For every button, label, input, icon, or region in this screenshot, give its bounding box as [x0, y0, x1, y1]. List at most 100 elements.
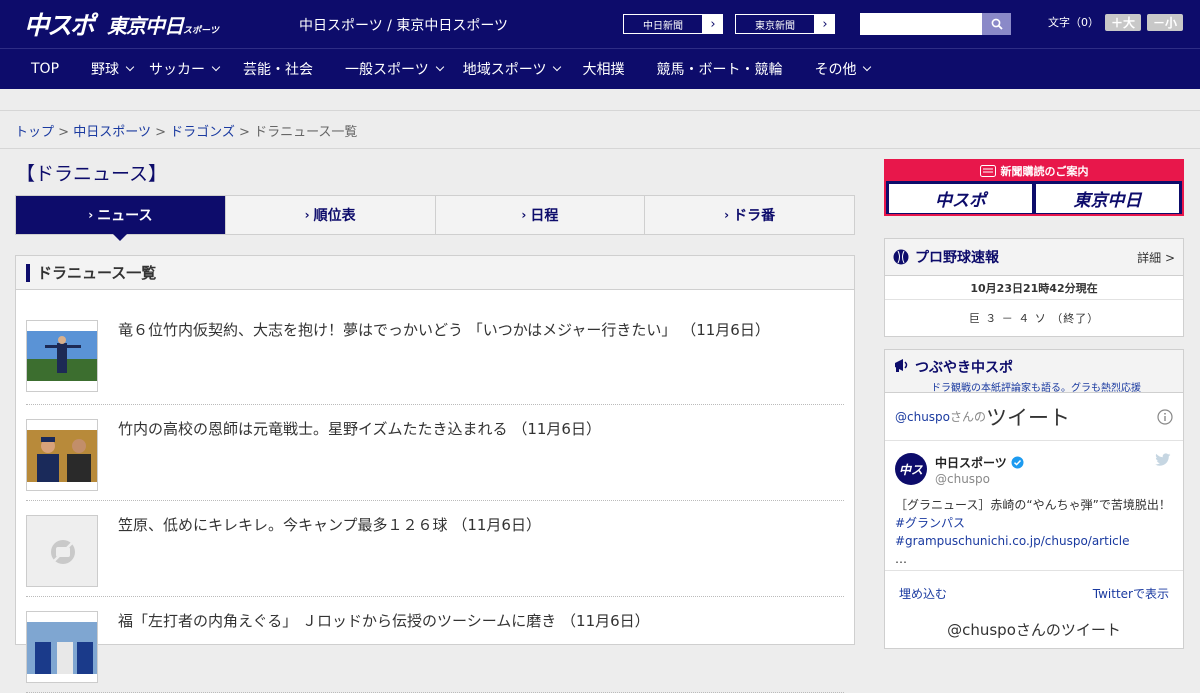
news-title[interactable]: 福「左打者の内角えぐる」 Ｊロッドから伝授のツーシームに磨き （11月6日） — [118, 610, 650, 631]
breadcrumb-home[interactable]: トップ — [15, 125, 54, 140]
ad-band — [0, 89, 1200, 111]
nav-label: 大相撲 — [582, 62, 625, 78]
twitter-subtitle: ドラ観戦の本紙評論家も語る。グラも熱烈応援 — [931, 383, 1141, 394]
tweets-by-header: @chuspo さんの ツイート — [885, 393, 1183, 441]
news-title[interactable]: 竹内の高校の恩師は元竜戦士。星野イズムたたき込まれる （11月6日） — [118, 418, 601, 439]
nav-item-baseball[interactable]: 野球 — [91, 59, 135, 79]
tokyo-shimbun-link[interactable]: 東京新聞 › — [734, 13, 836, 35]
breadcrumb-sep: > — [155, 125, 166, 140]
avatar[interactable]: 中ス — [895, 453, 927, 485]
no-image-icon — [27, 516, 97, 586]
tab-label: ドラ番 — [733, 208, 776, 224]
news-title[interactable]: 笠原、低めにキレキレ。今キャンプ最多１２６球 （11月6日） — [118, 514, 541, 535]
tab-label: ニュース — [97, 208, 153, 224]
news-thumbnail[interactable] — [26, 419, 98, 491]
tweet-author[interactable]: 中日スポーツ — [935, 454, 1024, 471]
subscription-heading-text: 新聞購読のご案内 — [1000, 165, 1089, 178]
subscribe-chuspo-button[interactable]: 中スポ — [889, 184, 1032, 213]
news-thumbnail[interactable] — [26, 611, 98, 683]
twitter-widget: つぶやき中スポ ドラ観戦の本紙評論家も語る。グラも熱烈応援 @chuspo さん… — [884, 349, 1184, 649]
nav-item-soccer[interactable]: サッカー — [149, 59, 221, 79]
tweets-by-handle[interactable]: @chuspo — [895, 410, 950, 424]
photo-image — [27, 321, 97, 391]
nav-item-top[interactable]: TOP — [31, 61, 59, 77]
tab-schedule[interactable]: › 日程 — [434, 196, 645, 234]
twitter-bird-icon[interactable] — [1155, 453, 1171, 467]
main-nav: TOP 野球 サッカー 芸能・社会 一般スポーツ 地域スポーツ 大相撲 競馬・ボ… — [0, 48, 1200, 89]
nav-label: TOP — [31, 61, 60, 77]
tab-label: 日程 — [530, 208, 559, 224]
chevron-down-icon — [863, 62, 872, 72]
font-size-control: 文字（0） ＋大 －小 — [1048, 13, 1184, 31]
nav-item-racing[interactable]: 競馬・ボート・競輪 — [656, 59, 782, 79]
twitter-header: つぶやき中スポ ドラ観戦の本紙評論家も語る。グラも熱烈応援 — [885, 350, 1183, 394]
nav-label: サッカー — [149, 62, 206, 78]
breadcrumb-site[interactable]: 中日スポーツ — [73, 125, 151, 140]
site-logo[interactable]: 中スポ 東京中日スポーツ — [24, 8, 219, 40]
subscription-heading: 新聞購読のご案内 — [886, 161, 1182, 181]
tweet-handle: @chuspo — [935, 472, 991, 486]
tweet-text: ［グラニュース］赤崎の“やんちゃ弾”で苦境脱出！ #グランパス #grampusc… — [895, 496, 1175, 568]
chevron-right-icon: › — [710, 16, 716, 32]
subscribe-tokyo-button[interactable]: 東京中日 — [1036, 184, 1179, 213]
heading-bar — [26, 263, 30, 282]
nav-label: 競馬・ボート・競輪 — [656, 62, 783, 78]
news-list-box: ドラニュース一覧 竜６位竹内仮契約、大志を抱け！夢はでっかいどう 「いつかはメジ… — [15, 255, 855, 693]
breadcrumb-sep: > — [58, 125, 70, 140]
baseball-timestamp: 10月23日21時42分現在 — [885, 276, 1183, 300]
font-larger-button[interactable]: ＋大 — [1105, 13, 1142, 31]
verified-icon — [1011, 456, 1024, 469]
paper-label: 東京新聞 — [735, 14, 815, 34]
list-item[interactable]: 笠原、低めにキレキレ。今キャンプ最多１２６球 （11月6日） — [26, 501, 844, 597]
nav-item-other[interactable]: その他 — [814, 59, 872, 79]
nav-label: 芸能・社会 — [243, 62, 314, 78]
nav-item-sumo[interactable]: 大相撲 — [582, 59, 624, 79]
subscription-banner[interactable]: 新聞購読のご案内 中スポ 東京中日 — [884, 159, 1184, 216]
breadcrumb-current: ドラニュース一覧 — [254, 125, 358, 140]
nav-item-general-sports[interactable]: 一般スポーツ — [345, 59, 444, 79]
nav-item-entertainment[interactable]: 芸能・社会 — [243, 59, 313, 79]
site-header: 中スポ 東京中日スポーツ 中日スポーツ / 東京中日スポーツ 中日新聞 › 東京… — [0, 0, 1200, 48]
breadcrumb-sep: > — [239, 125, 250, 140]
heading-text: ドラニュース一覧 — [37, 264, 157, 282]
tab-label: 順位表 — [313, 208, 356, 224]
baseball-detail-link[interactable]: 詳細 > — [1137, 249, 1175, 266]
chevron-right-icon: › — [88, 208, 94, 222]
view-on-twitter-link[interactable]: Twitterで表示 — [1093, 585, 1169, 602]
baseball-score[interactable]: 巨 ３ － ４ ソ （終了） — [885, 300, 1183, 336]
tab-news[interactable]: › ニュース — [16, 196, 225, 241]
info-icon[interactable] — [1157, 408, 1173, 425]
tab-reporter[interactable]: › ドラ番 — [644, 196, 854, 234]
tweet-actions: 埋め込む Twitterで表示 — [885, 571, 1183, 615]
tweet-card[interactable]: 中ス 中日スポーツ @chuspo ［グラニュース］赤崎の“やんちゃ弾”で苦境脱… — [885, 441, 1183, 571]
tweet-body: ［グラニュース］赤崎の“やんちゃ弾”で苦境脱出！ — [895, 498, 1171, 512]
nav-item-local-sports[interactable]: 地域スポーツ — [462, 59, 562, 79]
baseball-icon — [893, 249, 909, 265]
list-item[interactable]: 竹内の高校の恩師は元竜戦士。星野イズムたたき込まれる （11月6日） — [26, 405, 844, 501]
logo-chuspo[interactable]: 中スポ — [24, 6, 95, 42]
news-title[interactable]: 竜６位竹内仮契約、大志を抱け！夢はでっかいどう 「いつかはメジャー行きたい」 （… — [118, 319, 770, 340]
tab-standings[interactable]: › 順位表 — [224, 196, 435, 234]
tweets-by-label: ツイート — [986, 405, 1071, 430]
font-smaller-button[interactable]: －小 — [1147, 13, 1184, 31]
news-thumbnail-empty[interactable] — [26, 515, 98, 587]
baseball-scores-widget: プロ野球速報 詳細 > 10月23日21時42分現在 巨 ３ － ４ ソ （終了… — [884, 238, 1184, 337]
embed-link[interactable]: 埋め込む — [899, 585, 947, 602]
news-thumbnail[interactable] — [26, 320, 98, 392]
tweets-by-suffix: さんの — [950, 410, 987, 424]
search-icon — [991, 18, 1003, 30]
chunichi-shimbun-link[interactable]: 中日新聞 › — [622, 13, 724, 35]
chevron-down-icon — [125, 62, 135, 72]
nav-label: 一般スポーツ — [345, 62, 429, 78]
list-item[interactable]: 福「左打者の内角えぐる」 Ｊロッドから伝授のツーシームに磨き （11月6日） — [26, 597, 844, 693]
search-input[interactable] — [860, 13, 982, 35]
baseball-title: プロ野球速報 — [915, 250, 999, 266]
logo-tokyo-chunichi[interactable]: 東京中日スポーツ — [107, 10, 219, 39]
photo-image — [27, 612, 97, 682]
chevron-right-icon: › — [521, 208, 527, 222]
search-button[interactable] — [982, 13, 1011, 35]
tweet-link[interactable]: #グランパス #grampuschunichi.co.jp/chuspo/art… — [895, 516, 1129, 548]
breadcrumb-section[interactable]: ドラゴンズ — [170, 125, 235, 140]
nav-label: 地域スポーツ — [462, 62, 547, 78]
list-item[interactable]: 竜６位竹内仮契約、大志を抱け！夢はでっかいどう 「いつかはメジャー行きたい」 （… — [26, 290, 844, 405]
